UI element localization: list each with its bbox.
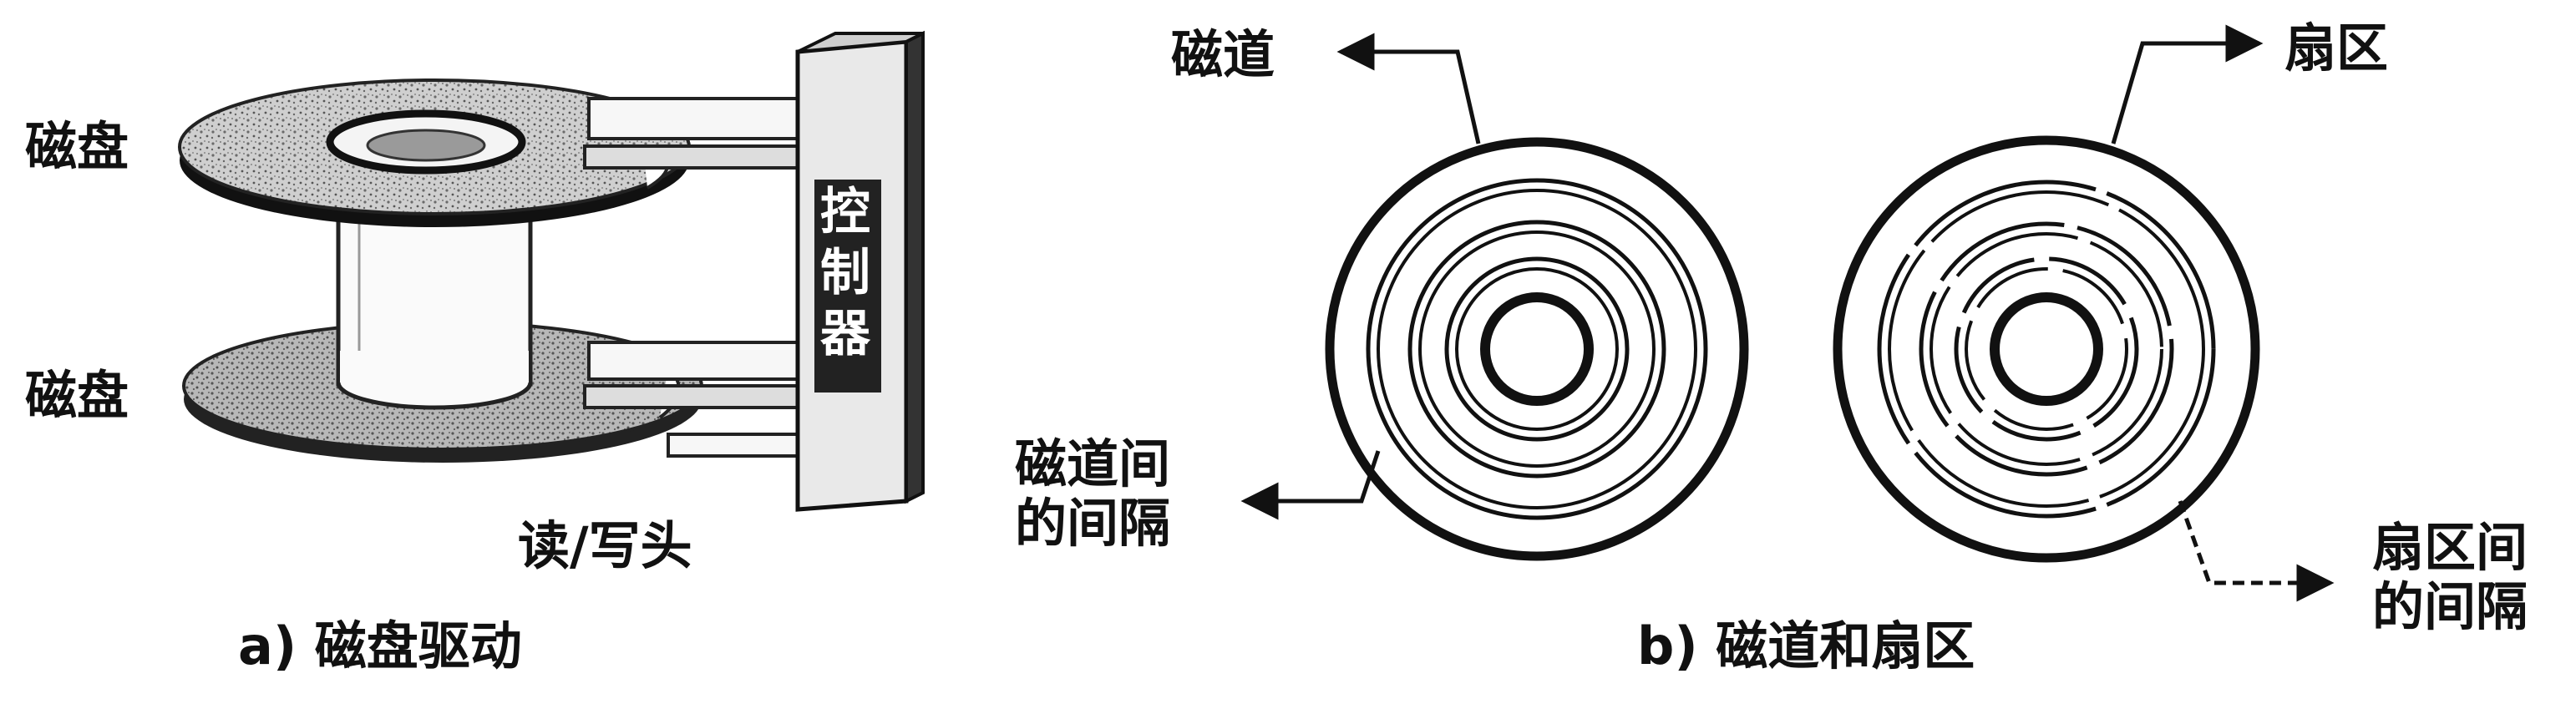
disk-drive-illustration — [178, 30, 925, 512]
controller-label: 控 制 器 — [820, 182, 870, 366]
controller-char-3: 器 — [820, 305, 870, 364]
disk-label-bottom: 磁盘 — [25, 365, 129, 426]
track-arrow — [1336, 33, 1481, 144]
sector-gap-arrow — [2178, 500, 2335, 602]
track-gap-line-2: 的间隔 — [1015, 493, 1171, 555]
disk-label-top: 磁盘 — [25, 116, 129, 177]
sectors-disk — [1833, 135, 2260, 563]
sector-gap-label: 扇区间 的间隔 — [2372, 518, 2528, 637]
track-gap-label: 磁道间 的间隔 — [1015, 434, 1170, 554]
caption-a: a) 磁盘驱动 — [238, 615, 522, 676]
track-gap-line-1: 磁道间 — [1015, 433, 1171, 494]
controller-char-2: 制 — [820, 244, 870, 303]
sector-arrow — [2111, 24, 2264, 144]
read-write-arms — [583, 97, 816, 458]
diagram-canvas — [178, 24, 2335, 602]
sector-gap-line-1: 扇区间 — [2372, 517, 2528, 578]
caption-b: b) 磁道和扇区 — [1637, 615, 1975, 676]
track-label: 磁道 — [1171, 24, 1275, 85]
sector-label: 扇区 — [2284, 18, 2389, 79]
read-write-head-label: 读/写头 — [518, 515, 692, 576]
tracks-disk — [1325, 137, 1749, 561]
controller-char-1: 控 — [820, 183, 870, 241]
sector-gap-line-2: 的间隔 — [2372, 576, 2528, 638]
